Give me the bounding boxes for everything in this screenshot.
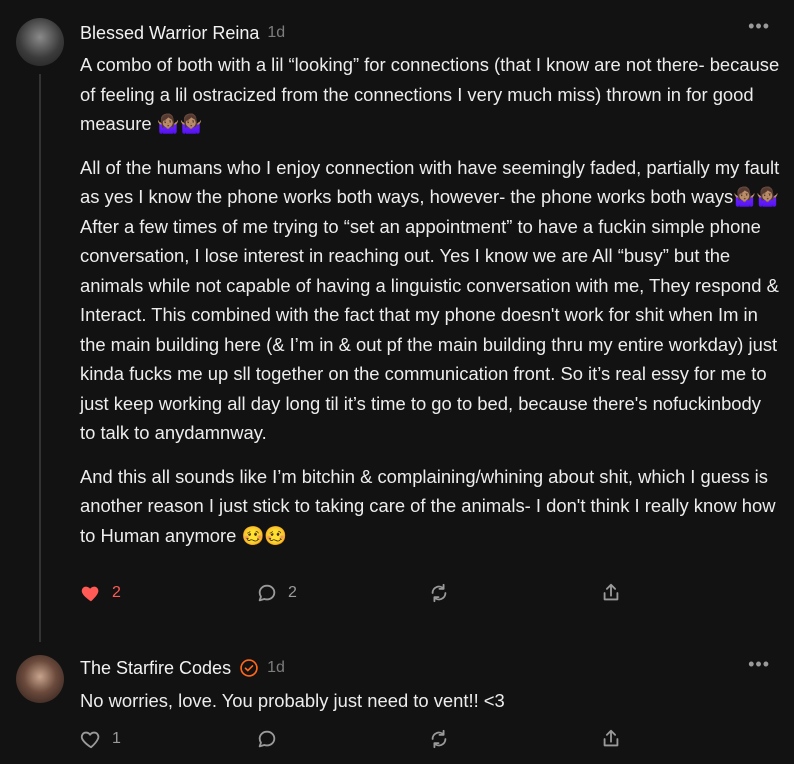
comment-actions: 1	[80, 728, 620, 752]
more-options-icon[interactable]: •••	[748, 16, 770, 37]
heart-icon	[81, 586, 99, 602]
comment-text: No worries, love. You probably just need…	[80, 690, 505, 711]
heart-outline-icon	[80, 731, 100, 749]
author-name[interactable]: Blessed Warrior Reina	[80, 23, 259, 44]
speech-bubble-icon	[258, 584, 276, 602]
avatar[interactable]	[16, 655, 64, 703]
comment-header: The Starfire Codes 1d	[80, 656, 285, 680]
comment-body: No worries, love. You probably just need…	[80, 686, 780, 730]
reply-count: 2	[288, 584, 297, 601]
timestamp[interactable]: 1d	[267, 24, 285, 42]
comment-actions: 2 2	[80, 582, 620, 606]
share-icon	[603, 583, 619, 601]
restack-icon	[431, 583, 447, 603]
like-count: 1	[112, 730, 121, 747]
restack-icon	[431, 729, 447, 749]
timestamp[interactable]: 1d	[267, 659, 285, 677]
comment-paragraph: All of the humans who I enjoy connection…	[80, 156, 780, 444]
comment-paragraph: And this all sounds like I’m bitchin & c…	[80, 465, 776, 546]
avatar[interactable]	[16, 18, 64, 66]
comment-body: A combo of both with a lil “looking” for…	[80, 50, 780, 564]
speech-bubble-icon	[258, 730, 276, 748]
comment-header: Blessed Warrior Reina 1d	[80, 21, 285, 45]
share-button[interactable]	[600, 582, 622, 604]
like-count: 2	[112, 584, 121, 601]
like-button[interactable]: 2	[80, 582, 121, 604]
share-icon	[603, 729, 619, 747]
thread-line	[39, 74, 41, 642]
reply-button[interactable]: 2	[256, 582, 297, 604]
comment-paragraph: A combo of both with a lil “looking” for…	[80, 54, 780, 134]
more-options-icon[interactable]: •••	[748, 654, 770, 675]
verified-check-icon	[240, 659, 258, 677]
restack-button[interactable]	[428, 582, 450, 604]
like-button[interactable]: 1	[80, 728, 121, 750]
reply-button[interactable]	[256, 728, 278, 750]
author-name[interactable]: The Starfire Codes	[80, 658, 231, 679]
share-button[interactable]	[600, 728, 622, 750]
restack-button[interactable]	[428, 728, 450, 750]
